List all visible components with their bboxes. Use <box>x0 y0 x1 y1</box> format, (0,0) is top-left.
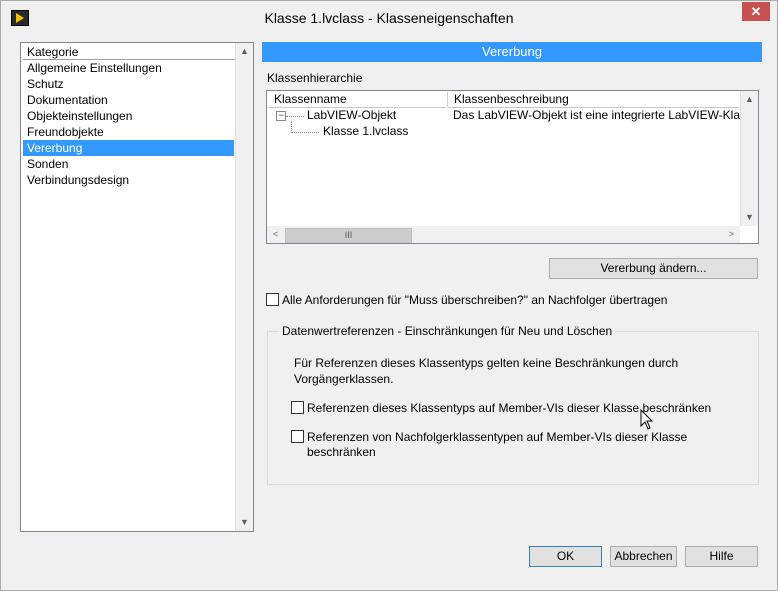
collapse-icon[interactable]: − <box>276 111 286 121</box>
scroll-up-icon[interactable]: ▲ <box>741 91 758 108</box>
change-inheritance-button[interactable]: Vererbung ändern... <box>549 258 758 279</box>
tree-node-description: Das LabVIEW-Objekt ist eine integrierte … <box>453 108 740 122</box>
column-header-klassenname[interactable]: Klassenname <box>268 92 446 108</box>
data-value-references-title: Datenwertreferenzen - Einschränkungen fü… <box>279 324 616 338</box>
window-title: Klasse 1.lvclass - Klasseneigenschaften <box>264 10 514 26</box>
title-bar[interactable]: Klasse 1.lvclass - Klasseneigenschaften … <box>1 1 777 36</box>
category-item-objekteinstellungen[interactable]: Objekteinstellungen <box>23 108 234 124</box>
category-item-sonden[interactable]: Sonden <box>23 156 234 172</box>
scroll-right-icon[interactable]: > <box>723 226 740 243</box>
category-list-header: Kategorie <box>23 45 238 60</box>
restrict-descendant-refs-label-line-2[interactable]: beschränken <box>307 445 376 459</box>
category-item-schutz[interactable]: Schutz <box>23 76 234 92</box>
tree-node-labview-objekt[interactable]: LabVIEW-Objekt <box>307 108 396 122</box>
hierarchy-label: Klassenhierarchie <box>267 71 363 85</box>
category-items: Allgemeine Einstellungen Schutz Dokument… <box>23 60 234 188</box>
tree-node-klasse-1[interactable]: Klasse 1.lvclass <box>323 124 408 138</box>
dialog-window: Klasse 1.lvclass - Klasseneigenschaften … <box>0 0 778 591</box>
tree-vertical-scrollbar[interactable]: ▲ ▼ <box>740 91 758 226</box>
category-item-verbindungsdesign[interactable]: Verbindungsdesign <box>23 172 234 188</box>
horizontal-scroll-thumb[interactable]: III <box>285 228 412 243</box>
transfer-requirements-checkbox[interactable] <box>266 293 279 306</box>
close-button[interactable]: ✕ <box>742 2 770 21</box>
tree-connector <box>291 132 319 133</box>
scroll-down-icon[interactable]: ▼ <box>236 514 253 531</box>
help-button[interactable]: Hilfe <box>685 546 758 567</box>
class-hierarchy-tree[interactable]: Klassenname Klassenbeschreibung − LabVIE… <box>266 90 759 244</box>
category-item-vererbung[interactable]: Vererbung <box>23 140 234 156</box>
scroll-down-icon[interactable]: ▼ <box>741 209 758 226</box>
category-item-dokumentation[interactable]: Dokumentation <box>23 92 234 108</box>
mouse-cursor-icon <box>640 409 654 430</box>
scroll-up-icon[interactable]: ▲ <box>236 43 253 60</box>
cancel-button[interactable]: Abbrechen <box>610 546 677 567</box>
tree-connector <box>286 116 304 117</box>
tree-horizontal-scrollbar[interactable]: < III > <box>267 226 740 243</box>
ok-button[interactable]: OK <box>529 546 602 567</box>
scroll-left-icon[interactable]: < <box>267 226 284 243</box>
restrict-descendant-refs-checkbox[interactable] <box>291 430 304 443</box>
column-header-klassenbeschreibung[interactable]: Klassenbeschreibung <box>448 92 739 108</box>
category-list[interactable]: Kategorie Allgemeine Einstellungen Schut… <box>20 42 254 532</box>
restrict-descendant-refs-label-line-1[interactable]: Referenzen von Nachfolgerklassentypen au… <box>307 430 687 444</box>
restrict-class-refs-checkbox[interactable] <box>291 401 304 414</box>
category-item-freundobjekte[interactable]: Freundobjekte <box>23 124 234 140</box>
info-text-line-2: Vorgängerklassen. <box>294 372 394 386</box>
info-text-line-1: Für Referenzen dieses Klassentyps gelten… <box>294 356 679 370</box>
category-list-scrollbar[interactable]: ▲ ▼ <box>235 43 253 531</box>
category-item-allgemeine-einstellungen[interactable]: Allgemeine Einstellungen <box>23 60 234 76</box>
section-title: Vererbung <box>262 42 762 62</box>
transfer-requirements-label[interactable]: Alle Anforderungen für "Muss überschreib… <box>282 293 667 307</box>
close-icon: ✕ <box>750 4 762 19</box>
